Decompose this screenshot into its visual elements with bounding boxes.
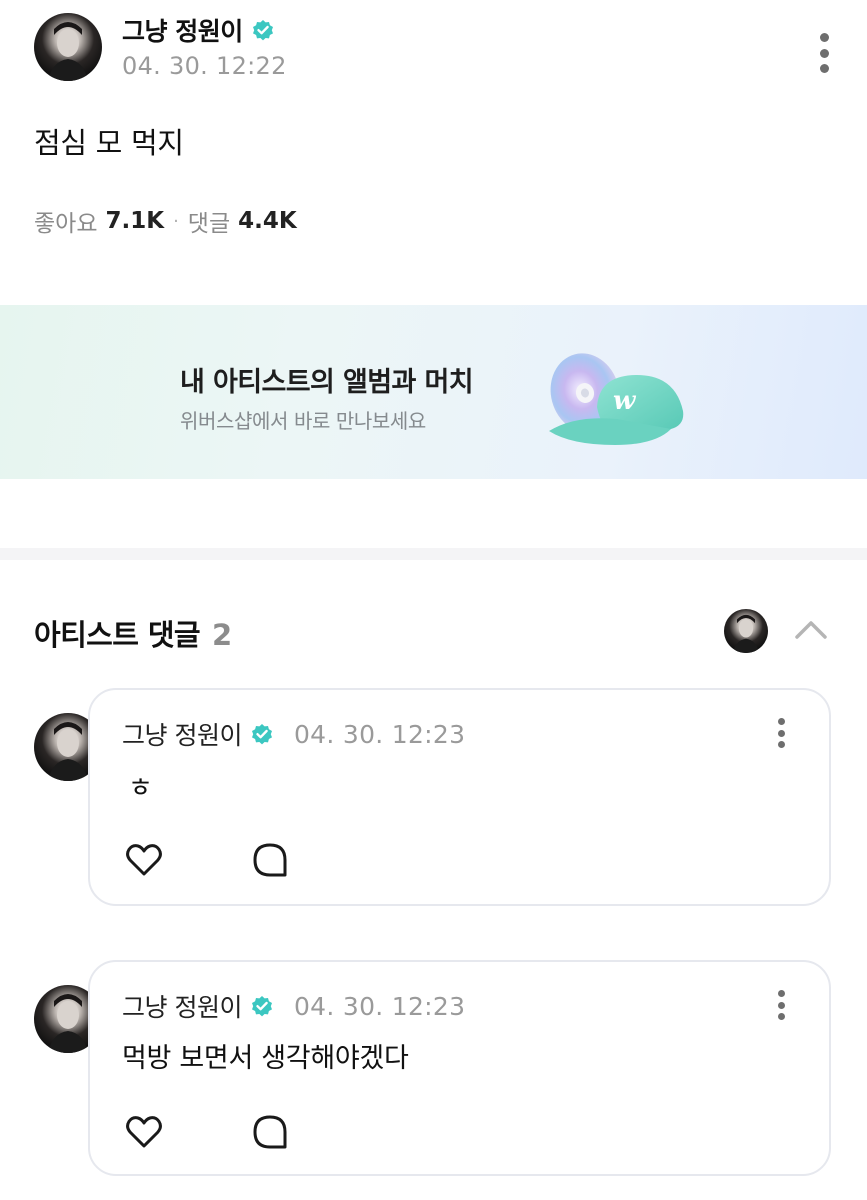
- post-timestamp: 04. 30. 12:22: [122, 52, 287, 80]
- reply-bubble-icon[interactable]: [250, 1112, 290, 1152]
- stats-separator: ·: [173, 210, 179, 232]
- post-stats: 좋아요 7.1K · 댓글 4.4K: [34, 204, 297, 238]
- chevron-up-icon[interactable]: [793, 612, 829, 648]
- likes-count[interactable]: 7.1K: [105, 208, 164, 234]
- comment-timestamp: 04. 30. 12:23: [293, 719, 466, 749]
- more-vertical-icon[interactable]: [816, 33, 832, 73]
- verified-badge-icon: [251, 996, 272, 1017]
- author-avatar[interactable]: [34, 13, 102, 81]
- comment-author-name[interactable]: 그냥 정원이: [122, 716, 242, 752]
- more-vertical-icon[interactable]: [774, 990, 788, 1020]
- comment-text: 먹방 보면서 생각해야겠다: [122, 1043, 409, 1074]
- comment-author-row: 그냥 정원이 04. 30. 12:23: [122, 716, 465, 752]
- shop-promo-banner[interactable]: 내 아티스트의 앨범과 머치 위버스샵에서 바로 만나보세요 w: [0, 305, 867, 479]
- comment-timestamp: 04. 30. 12:23: [293, 991, 466, 1021]
- cap-logo: w: [613, 386, 637, 416]
- more-vertical-icon[interactable]: [774, 718, 788, 748]
- verified-badge-icon: [252, 20, 273, 41]
- artist-comments-title: 아티스트 댓글: [34, 618, 201, 652]
- comment-text: ㅎ: [128, 773, 153, 804]
- section-divider: [0, 548, 867, 560]
- author-name[interactable]: 그냥 정원이: [122, 12, 243, 48]
- comments-count[interactable]: 4.4K: [238, 208, 297, 234]
- comment-author-name[interactable]: 그냥 정원이: [122, 988, 242, 1024]
- album-and-cap-illustration: w: [549, 353, 684, 445]
- reply-bubble-icon[interactable]: [250, 840, 290, 880]
- post-author[interactable]: 그냥 정원이: [122, 12, 275, 48]
- post-detail-screen: 그냥 정원이 04. 30. 12:22 점심 모 먹지 좋아요 7.1K · …: [0, 0, 867, 1200]
- comments-label[interactable]: 댓글: [188, 204, 230, 238]
- heart-icon[interactable]: [124, 840, 164, 880]
- likes-label[interactable]: 좋아요: [34, 204, 97, 238]
- heart-icon[interactable]: [124, 1112, 164, 1152]
- comment-card: 그냥 정원이 04. 30. 12:23 ㅎ: [88, 688, 831, 906]
- artist-comments-count: 2: [211, 618, 233, 652]
- banner-title: 내 아티스트의 앨범과 머치: [180, 367, 474, 398]
- post-body: 점심 모 먹지: [34, 126, 184, 160]
- verified-badge-icon: [251, 724, 272, 745]
- comment-card: 그냥 정원이 04. 30. 12:23 먹방 보면서 생각해야겠다: [88, 960, 831, 1176]
- banner-subtitle: 위버스샵에서 바로 만나보세요: [180, 409, 426, 433]
- artist-comments-header: 아티스트 댓글 2: [34, 612, 232, 654]
- artist-avatar-small[interactable]: [724, 609, 768, 653]
- comment-author-row: 그냥 정원이 04. 30. 12:23: [122, 988, 465, 1024]
